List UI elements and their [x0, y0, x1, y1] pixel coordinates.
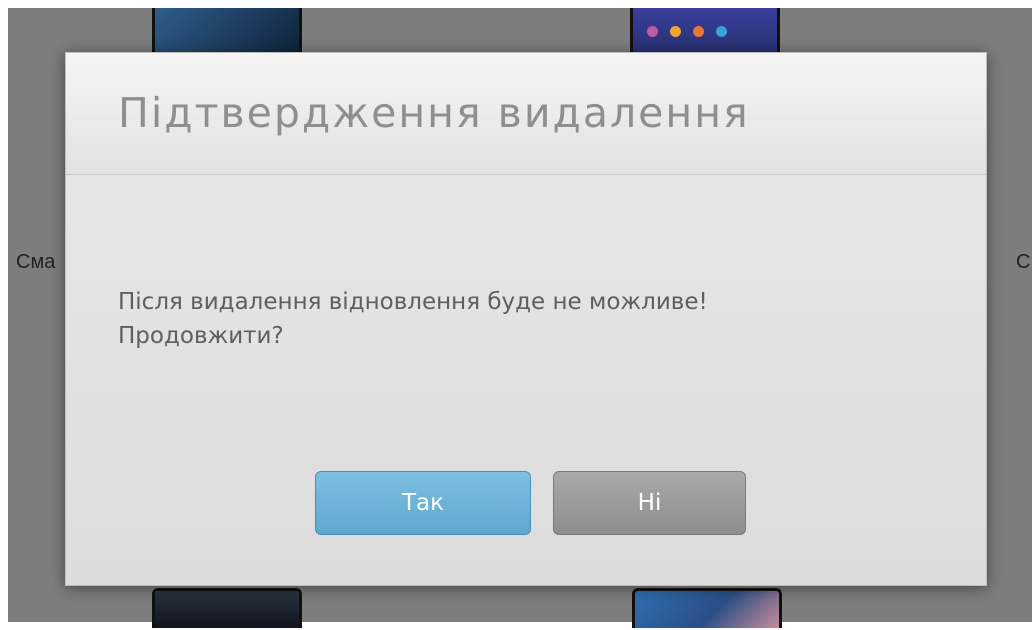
dialog-question: Продовжити? — [118, 323, 284, 349]
confirm-button[interactable]: Так — [315, 471, 531, 535]
cancel-button[interactable]: Ні — [553, 471, 746, 535]
dialog-header: Підтвердження видалення — [66, 53, 986, 175]
app-icon — [647, 26, 658, 37]
product-image-phone — [152, 8, 302, 58]
product-image-phone — [632, 588, 782, 628]
confirm-delete-dialog: Підтвердження видалення Після видалення … — [65, 52, 987, 586]
app-icons — [647, 26, 727, 37]
product-image-phone — [630, 8, 780, 58]
product-image-phone — [152, 588, 302, 628]
app-icon — [716, 26, 727, 37]
product-title-partial: Сма — [16, 251, 56, 273]
product-title-partial: С — [1016, 251, 1031, 273]
app-icon — [670, 26, 681, 37]
dialog-body: Після видалення відновлення буде не можл… — [118, 285, 938, 353]
dialog-message: Після видалення відновлення буде не можл… — [118, 289, 708, 315]
page: Сма С Підтвердження видалення Після вида… — [0, 0, 1032, 630]
dialog-title: Підтвердження видалення — [118, 89, 750, 137]
app-icon — [693, 26, 704, 37]
